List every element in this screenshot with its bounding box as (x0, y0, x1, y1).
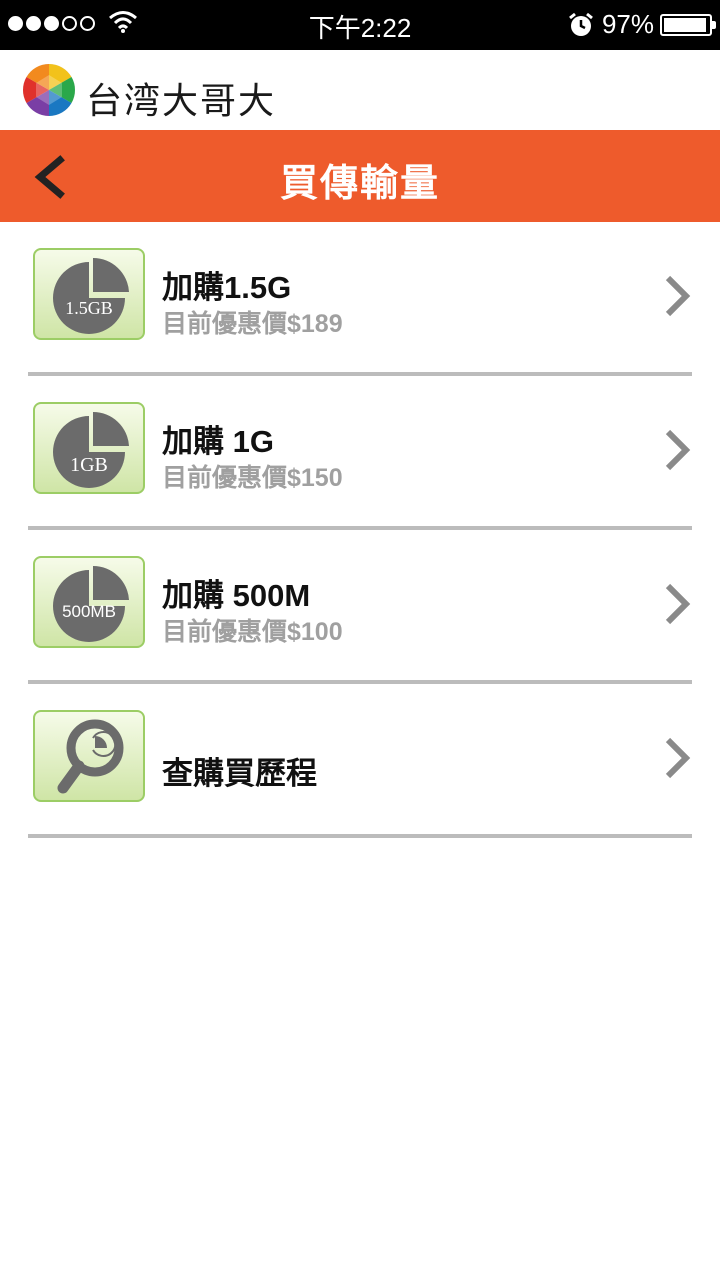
list-item-buy-500m[interactable]: 500MB 加購 500M 目前優惠價$100 (0, 530, 720, 684)
pie-chart-icon: 1.5GB (33, 248, 145, 340)
icon-label: 1GB (70, 454, 108, 476)
item-price: 目前優惠價$100 (162, 618, 343, 646)
divider (28, 834, 692, 838)
list-item-buy-1g[interactable]: 1GB 加購 1G 目前優惠價$150 (0, 376, 720, 530)
list-item-purchase-history[interactable]: 查購買歷程 (0, 684, 720, 838)
item-title: 加購 1G (162, 424, 274, 459)
brand-bar: 台湾大哥大 (0, 50, 720, 130)
icon-label: 500MB (62, 602, 116, 621)
item-title: 加購1.5G (162, 270, 292, 305)
status-bar: 下午2:22 97% (0, 0, 720, 50)
chevron-right-icon (665, 737, 691, 779)
brand-logo (23, 64, 75, 116)
chevron-right-icon (665, 583, 691, 625)
list-item-buy-1-5g[interactable]: 1.5GB 加購1.5G 目前優惠價$189 (0, 222, 720, 376)
chevron-right-icon (665, 429, 691, 471)
page-title: 買傳輸量 (279, 161, 440, 205)
item-price: 目前優惠價$150 (162, 464, 343, 492)
item-title: 加購 500M (162, 578, 311, 613)
item-title: 查購買歷程 (162, 756, 317, 791)
battery-icon (660, 13, 716, 36)
battery-percent: 97% (601, 9, 654, 39)
chevron-right-icon (665, 275, 691, 317)
header-bar: 買傳輸量 (0, 130, 720, 222)
alarm-clock-icon (569, 12, 593, 36)
brand-name: 台湾大哥大 (86, 81, 277, 122)
magnifier-history-icon (33, 710, 145, 802)
icon-label: 1.5GB (65, 298, 113, 318)
pie-chart-icon: 500MB (33, 556, 145, 648)
pie-chart-icon: 1GB (33, 402, 145, 494)
item-price: 目前優惠價$189 (162, 310, 343, 338)
